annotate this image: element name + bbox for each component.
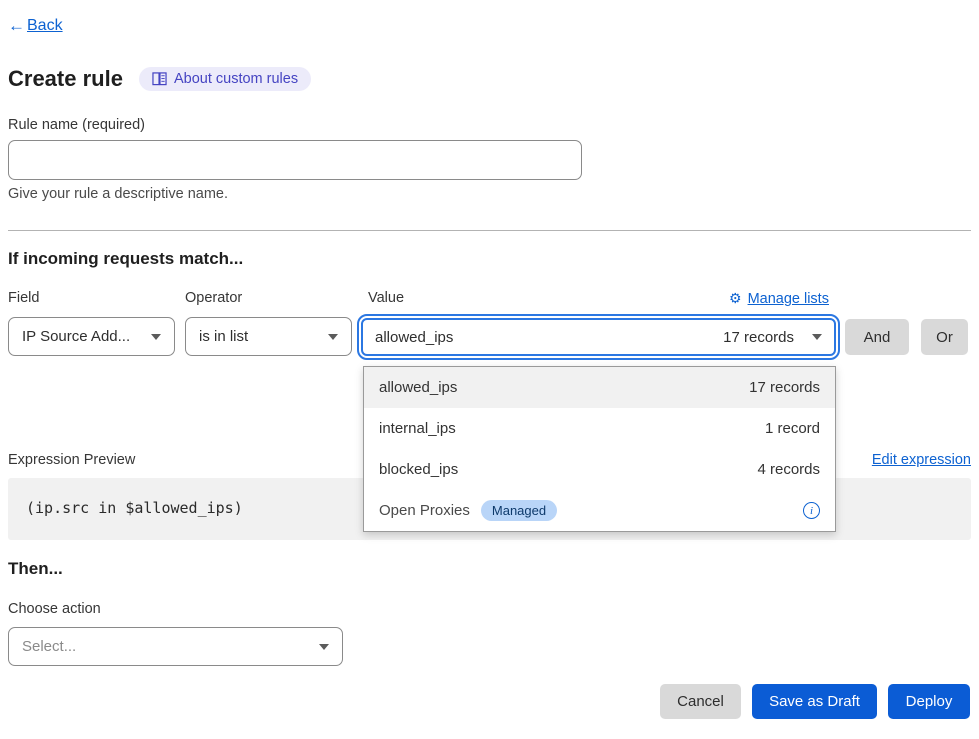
back-link-label[interactable]: Back — [27, 17, 63, 35]
action-select[interactable]: Select... — [8, 627, 343, 666]
expression-code: (ip.src in $allowed_ips) — [26, 499, 243, 517]
operator-label: Operator — [185, 290, 242, 306]
gear-icon: ⚙ — [729, 290, 742, 307]
list-name: internal_ips — [379, 420, 456, 437]
edit-expression-link[interactable]: Edit expression — [872, 452, 971, 468]
list-item-allowed-ips[interactable]: allowed_ips 17 records — [364, 367, 835, 408]
save-as-draft-button[interactable]: Save as Draft — [752, 684, 877, 719]
managed-badge: Managed — [481, 500, 557, 521]
create-rule-page: ← Back Create rule About custom rules Ru… — [0, 0, 979, 739]
or-button[interactable]: Or — [921, 319, 968, 355]
chevron-down-icon — [328, 334, 338, 340]
operator-select[interactable]: is in list — [185, 317, 352, 356]
value-select[interactable]: allowed_ips 17 records — [357, 314, 840, 360]
value-select-value: allowed_ips — [375, 329, 453, 346]
value-dropdown-menu: allowed_ips 17 records internal_ips 1 re… — [363, 366, 836, 532]
list-record-count: 4 records — [757, 461, 820, 478]
manage-lists-label[interactable]: Manage lists — [748, 291, 829, 307]
field-select-value: IP Source Add... — [22, 328, 130, 345]
back-arrow-icon: ← — [8, 16, 25, 36]
section-divider — [8, 230, 971, 231]
title-row: Create rule About custom rules — [8, 66, 311, 92]
value-label: Value — [368, 290, 404, 306]
field-label: Field — [8, 290, 39, 306]
chevron-down-icon — [319, 644, 329, 650]
list-name: allowed_ips — [379, 379, 457, 396]
then-section-heading: Then... — [8, 559, 63, 579]
rule-name-helper: Give your rule a descriptive name. — [8, 186, 228, 202]
list-item-internal-ips[interactable]: internal_ips 1 record — [364, 408, 835, 449]
chevron-down-icon — [151, 334, 161, 340]
back-link[interactable]: ← Back — [8, 16, 63, 36]
rule-name-input[interactable] — [8, 140, 582, 180]
list-record-count: 17 records — [749, 379, 820, 396]
value-select-meta: 17 records — [723, 329, 794, 346]
info-icon[interactable]: i — [803, 502, 820, 519]
cancel-button[interactable]: Cancel — [660, 684, 741, 719]
list-name: blocked_ips — [379, 461, 458, 478]
manage-lists-link[interactable]: ⚙ Manage lists — [729, 290, 829, 307]
choose-action-label: Choose action — [8, 601, 101, 617]
rule-name-label: Rule name (required) — [8, 117, 145, 133]
expression-preview-label: Expression Preview — [8, 452, 135, 468]
about-badge-label: About custom rules — [174, 71, 298, 87]
chevron-down-icon — [812, 334, 822, 340]
page-title: Create rule — [8, 66, 123, 92]
and-button[interactable]: And — [845, 319, 909, 355]
book-icon — [152, 72, 167, 86]
match-section-heading: If incoming requests match... — [8, 249, 243, 269]
deploy-button[interactable]: Deploy — [888, 684, 970, 719]
list-item-blocked-ips[interactable]: blocked_ips 4 records — [364, 449, 835, 490]
operator-select-value: is in list — [199, 328, 248, 345]
about-custom-rules-link[interactable]: About custom rules — [139, 67, 311, 91]
field-select[interactable]: IP Source Add... — [8, 317, 175, 356]
action-select-placeholder: Select... — [22, 638, 76, 655]
list-name: Open Proxies — [379, 502, 470, 519]
list-item-open-proxies[interactable]: Open Proxies Managed i — [364, 490, 835, 531]
list-record-count: 1 record — [765, 420, 820, 437]
